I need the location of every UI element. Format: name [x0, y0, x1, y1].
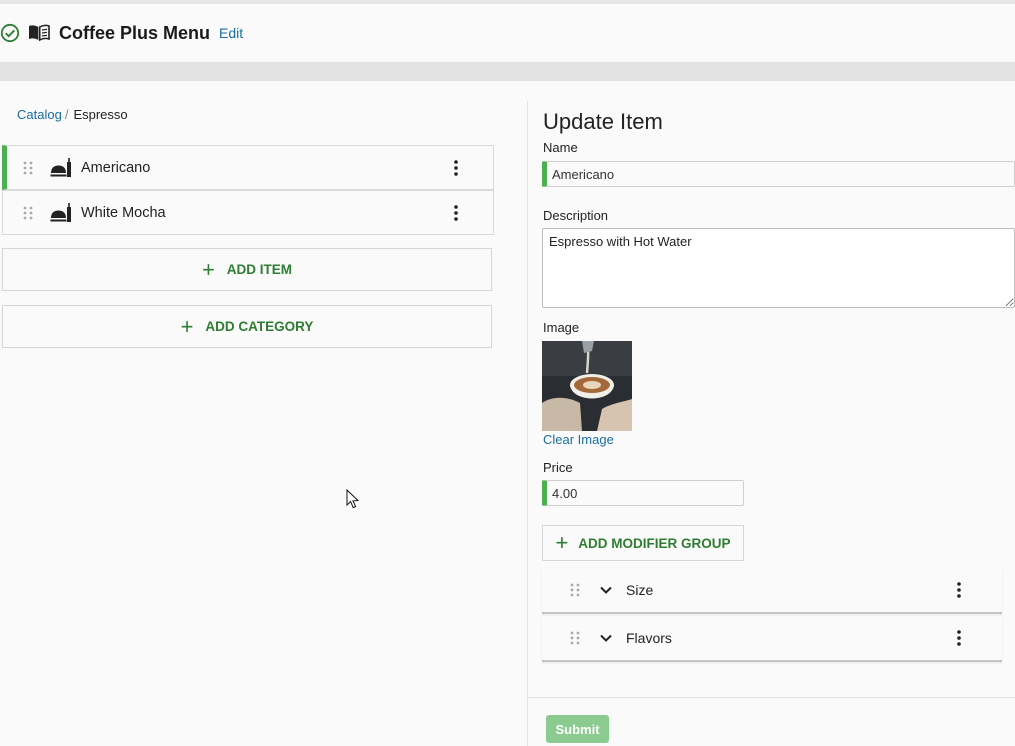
more-vert-icon[interactable]	[947, 626, 971, 650]
chevron-down-icon[interactable]	[599, 583, 613, 597]
modifier-group-flavors[interactable]: Flavors	[542, 616, 1002, 662]
book-icon	[29, 24, 50, 42]
name-label: Name	[543, 140, 578, 155]
header-divider	[0, 62, 1015, 81]
check-circle-icon	[0, 23, 20, 43]
add-category-button[interactable]: + ADD CATEGORY	[2, 305, 492, 348]
food-item-icon	[50, 202, 71, 222]
edit-menu-link[interactable]: Edit	[219, 25, 243, 41]
modifier-group-label: Size	[626, 582, 654, 598]
price-label: Price	[543, 460, 573, 475]
more-vert-icon[interactable]	[947, 578, 971, 602]
add-item-button[interactable]: + ADD ITEM	[2, 248, 492, 291]
name-input[interactable]	[542, 161, 1015, 187]
description-label: Description	[543, 208, 609, 223]
form-footer-divider	[528, 697, 1015, 698]
menu-title: Coffee Plus Menu	[59, 22, 211, 43]
plus-icon: +	[180, 313, 194, 339]
breadcrumb-catalog-link[interactable]: Catalog	[17, 107, 62, 122]
breadcrumb: Catalog / Espresso	[17, 107, 128, 122]
drag-handle-icon[interactable]	[569, 630, 581, 646]
add-category-label: ADD CATEGORY	[205, 319, 314, 334]
chevron-down-icon[interactable]	[599, 631, 613, 645]
breadcrumb-current: Espresso	[73, 107, 128, 122]
item-image	[542, 341, 632, 431]
item-row-white-mocha[interactable]: White Mocha	[2, 190, 494, 235]
modifier-group-label: Flavors	[626, 630, 672, 646]
price-input[interactable]	[542, 480, 744, 506]
app-header: Coffee Plus Menu Edit	[0, 4, 1015, 62]
item-row-americano[interactable]: Americano	[2, 145, 494, 190]
catalog-pane: Catalog / Espresso Americano White Mocha…	[0, 81, 527, 746]
plus-icon: +	[555, 530, 569, 555]
breadcrumb-separator: /	[64, 107, 69, 122]
add-modifier-group-button[interactable]: + ADD MODIFIER GROUP	[542, 525, 744, 561]
modifier-group-size[interactable]: Size	[542, 568, 1002, 614]
description-textarea[interactable]: Espresso with Hot Water	[542, 228, 1015, 308]
image-label: Image	[543, 320, 580, 335]
mouse-cursor-icon	[346, 489, 360, 509]
drag-handle-icon[interactable]	[22, 205, 34, 221]
clear-image-link[interactable]: Clear Image	[543, 432, 614, 447]
update-item-form: Update Item Name Description Espresso wi…	[528, 81, 1015, 746]
food-item-icon	[50, 157, 71, 177]
item-label: White Mocha	[81, 204, 166, 221]
item-label: Americano	[81, 159, 151, 176]
add-modifier-group-label: ADD MODIFIER GROUP	[578, 535, 731, 551]
plus-icon: +	[201, 256, 215, 282]
form-title: Update Item	[543, 109, 663, 134]
add-item-label: ADD ITEM	[226, 262, 293, 277]
submit-button[interactable]: Submit	[546, 715, 609, 743]
more-vert-icon[interactable]	[444, 156, 468, 180]
drag-handle-icon[interactable]	[22, 160, 34, 176]
more-vert-icon[interactable]	[444, 201, 468, 225]
drag-handle-icon[interactable]	[569, 582, 581, 598]
